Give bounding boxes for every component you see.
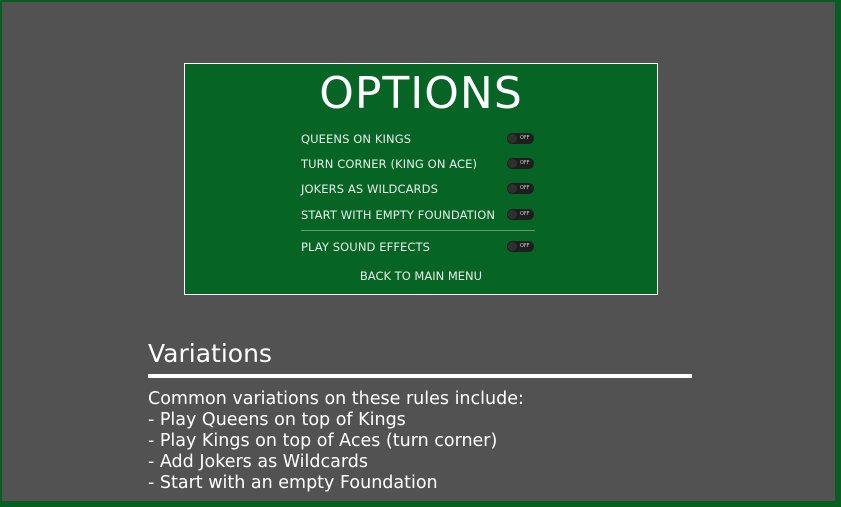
option-empty-foundation: START WITH EMPTY FOUNDATION OFF	[301, 205, 535, 225]
option-sound-effects: PLAY SOUND EFFECTS OFF	[301, 237, 535, 257]
options-title: OPTIONS	[319, 68, 523, 119]
option-turn-corner: TURN CORNER (KING ON ACE) OFF	[301, 154, 535, 174]
toggle-state: OFF	[520, 243, 530, 249]
option-label: START WITH EMPTY FOUNDATION	[301, 208, 496, 222]
queens-on-kings-toggle[interactable]: OFF	[507, 133, 534, 144]
empty-foundation-toggle[interactable]: OFF	[507, 209, 534, 220]
options-divider	[301, 230, 535, 231]
toggle-state: OFF	[520, 211, 530, 217]
option-label: PLAY SOUND EFFECTS	[301, 240, 431, 254]
toggle-knob	[508, 242, 517, 251]
variation-item: - Play Queens on top of Kings	[148, 410, 406, 430]
variations-body: Common variations on these rules include…	[148, 389, 524, 494]
toggle-state: OFF	[520, 160, 530, 166]
toggle-state: OFF	[520, 185, 530, 191]
options-panel: OPTIONS QUEENS ON KINGS OFF TURN CORNER …	[184, 63, 658, 295]
option-label: QUEENS ON KINGS	[301, 132, 412, 146]
heading-underline	[148, 374, 692, 378]
jokers-as-wildcards-toggle[interactable]: OFF	[507, 183, 534, 194]
sound-effects-toggle[interactable]: OFF	[507, 241, 534, 252]
turn-corner-toggle[interactable]: OFF	[507, 158, 534, 169]
option-label: JOKERS AS WILDCARDS	[301, 182, 438, 196]
option-jokers-as-wildcards: JOKERS AS WILDCARDS OFF	[301, 179, 535, 199]
toggle-knob	[508, 134, 517, 143]
back-to-main-menu-button[interactable]: BACK TO MAIN MENU	[185, 269, 657, 283]
variation-item: - Start with an empty Foundation	[148, 473, 438, 493]
variation-item: - Play Kings on top of Aces (turn corner…	[148, 431, 498, 451]
toggle-knob	[508, 159, 517, 168]
variation-item: - Add Jokers as Wildcards	[148, 452, 368, 472]
variations-heading: Variations	[148, 339, 272, 368]
option-queens-on-kings: QUEENS ON KINGS OFF	[301, 129, 535, 149]
variations-intro: Common variations on these rules include…	[148, 389, 524, 409]
toggle-knob	[508, 210, 517, 219]
toggle-knob	[508, 184, 517, 193]
toggle-state: OFF	[520, 135, 530, 141]
app-background: OPTIONS QUEENS ON KINGS OFF TURN CORNER …	[2, 2, 835, 501]
option-label: TURN CORNER (KING ON ACE)	[301, 157, 478, 171]
